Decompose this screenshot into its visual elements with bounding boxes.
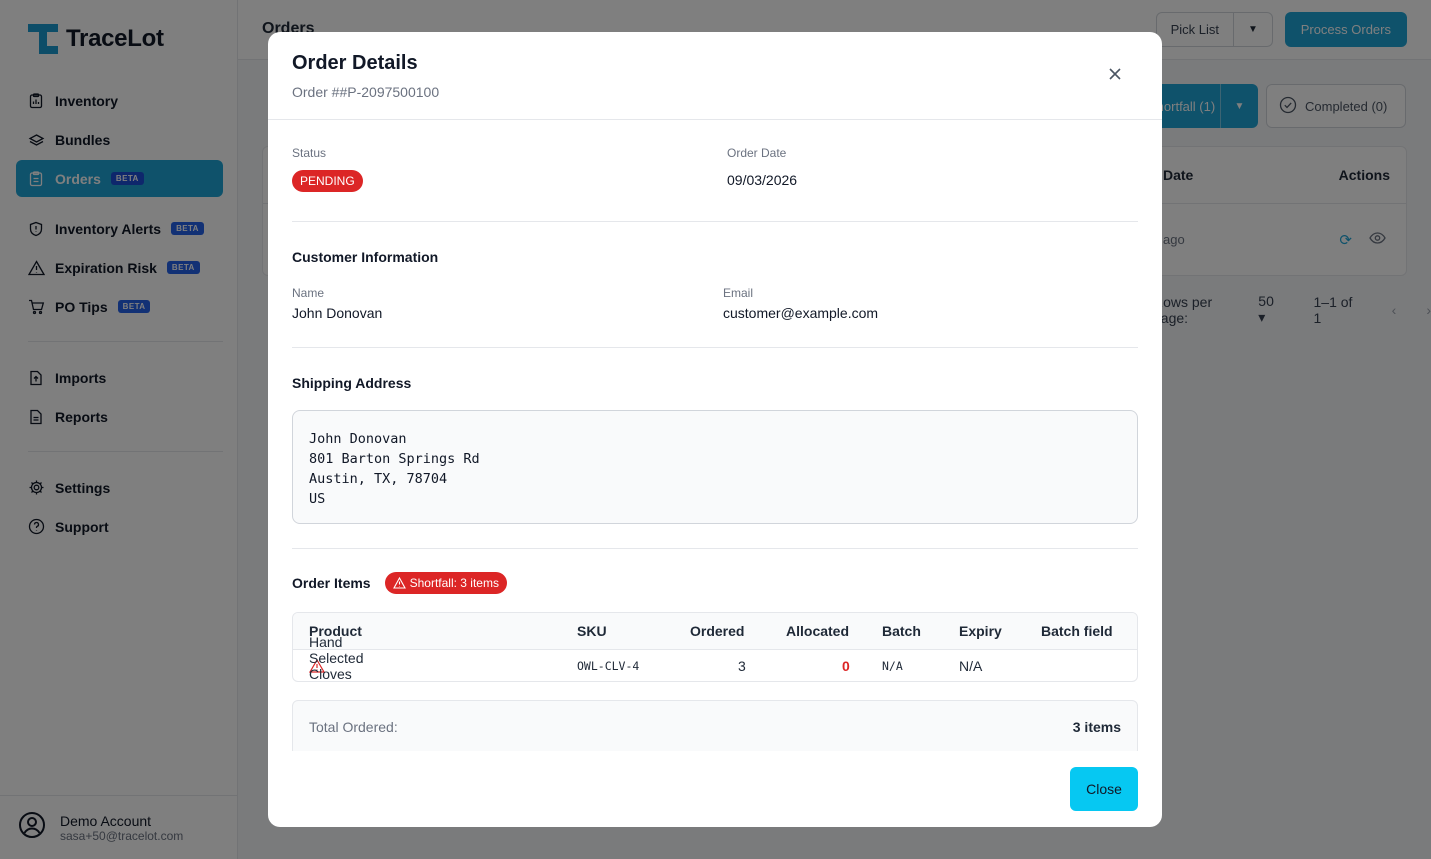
customer-email-value: customer@example.com xyxy=(723,305,879,321)
table-header-row: Product SKU Ordered Allocated Batch Expi… xyxy=(293,613,1137,650)
modal-header: Order Details Order ##P-2097500100 xyxy=(268,32,1162,120)
customer-section: Customer Information Name John Donovan E… xyxy=(292,249,1138,321)
warning-icon xyxy=(392,577,406,589)
column-header-allocated: Allocated xyxy=(786,623,850,639)
shortfall-badge: Shortfall: 3 items xyxy=(384,572,507,594)
column-header-ordered: Ordered xyxy=(690,623,745,639)
allocated-cell: 0 xyxy=(842,658,850,674)
order-items-table: Product SKU Ordered Allocated Batch Expi… xyxy=(292,612,1138,682)
total-value: 3 items xyxy=(1072,719,1121,735)
close-icon[interactable] xyxy=(1106,66,1124,84)
order-total: Total Ordered: 3 items xyxy=(292,700,1138,751)
section-divider xyxy=(292,548,1138,549)
customer-name-value: John Donovan xyxy=(292,305,383,321)
table-row: Hand Selected Cloves Whole OWL-CLV-4 3 0… xyxy=(293,634,1137,681)
section-divider xyxy=(292,347,1138,348)
column-header-sku: SKU xyxy=(577,623,607,639)
status-badge: PENDING xyxy=(292,170,363,192)
sku-cell: OWL-CLV-4 xyxy=(577,659,640,673)
section-divider xyxy=(292,221,1138,222)
column-header-expiry: Expiry xyxy=(959,623,1002,639)
shortfall-badge-label: Shortfall: 3 items xyxy=(409,576,499,590)
order-date-label: Order Date xyxy=(727,146,787,160)
order-items-header: Order Items Shortfall: 3 items xyxy=(292,572,1138,594)
column-header-batch: Batch xyxy=(882,623,921,639)
modal-body: Status PENDING Order Date 09/03/2026 Cus… xyxy=(292,121,1138,751)
column-header-batch-field: Batch field xyxy=(1041,623,1113,639)
ordered-cell: 3 xyxy=(738,658,746,674)
product-name: Hand Selected Cloves Whole xyxy=(309,634,364,682)
order-items-heading: Order Items xyxy=(292,575,371,591)
total-label: Total Ordered: xyxy=(309,719,398,735)
shipping-heading: Shipping Address xyxy=(292,375,412,391)
expiry-cell: N/A xyxy=(959,658,983,674)
order-number: Order ##P-2097500100 xyxy=(292,84,440,100)
customer-heading: Customer Information xyxy=(292,249,439,265)
shipping-section: Shipping Address xyxy=(292,375,1138,391)
shipping-address: John Donovan 801 Barton Springs Rd Austi… xyxy=(292,410,1138,524)
status-label: Status xyxy=(292,146,327,160)
customer-email-label: Email xyxy=(723,286,754,300)
modal-title: Order Details xyxy=(292,52,418,74)
order-date-value: 09/03/2026 xyxy=(727,172,798,188)
order-details-modal: Order Details Order ##P-2097500100 Statu… xyxy=(268,32,1162,827)
product-cell: Hand Selected Cloves Whole xyxy=(309,634,363,681)
close-button[interactable]: Close xyxy=(1070,767,1138,811)
customer-name-label: Name xyxy=(292,286,325,300)
batch-cell: N/A xyxy=(882,659,903,673)
